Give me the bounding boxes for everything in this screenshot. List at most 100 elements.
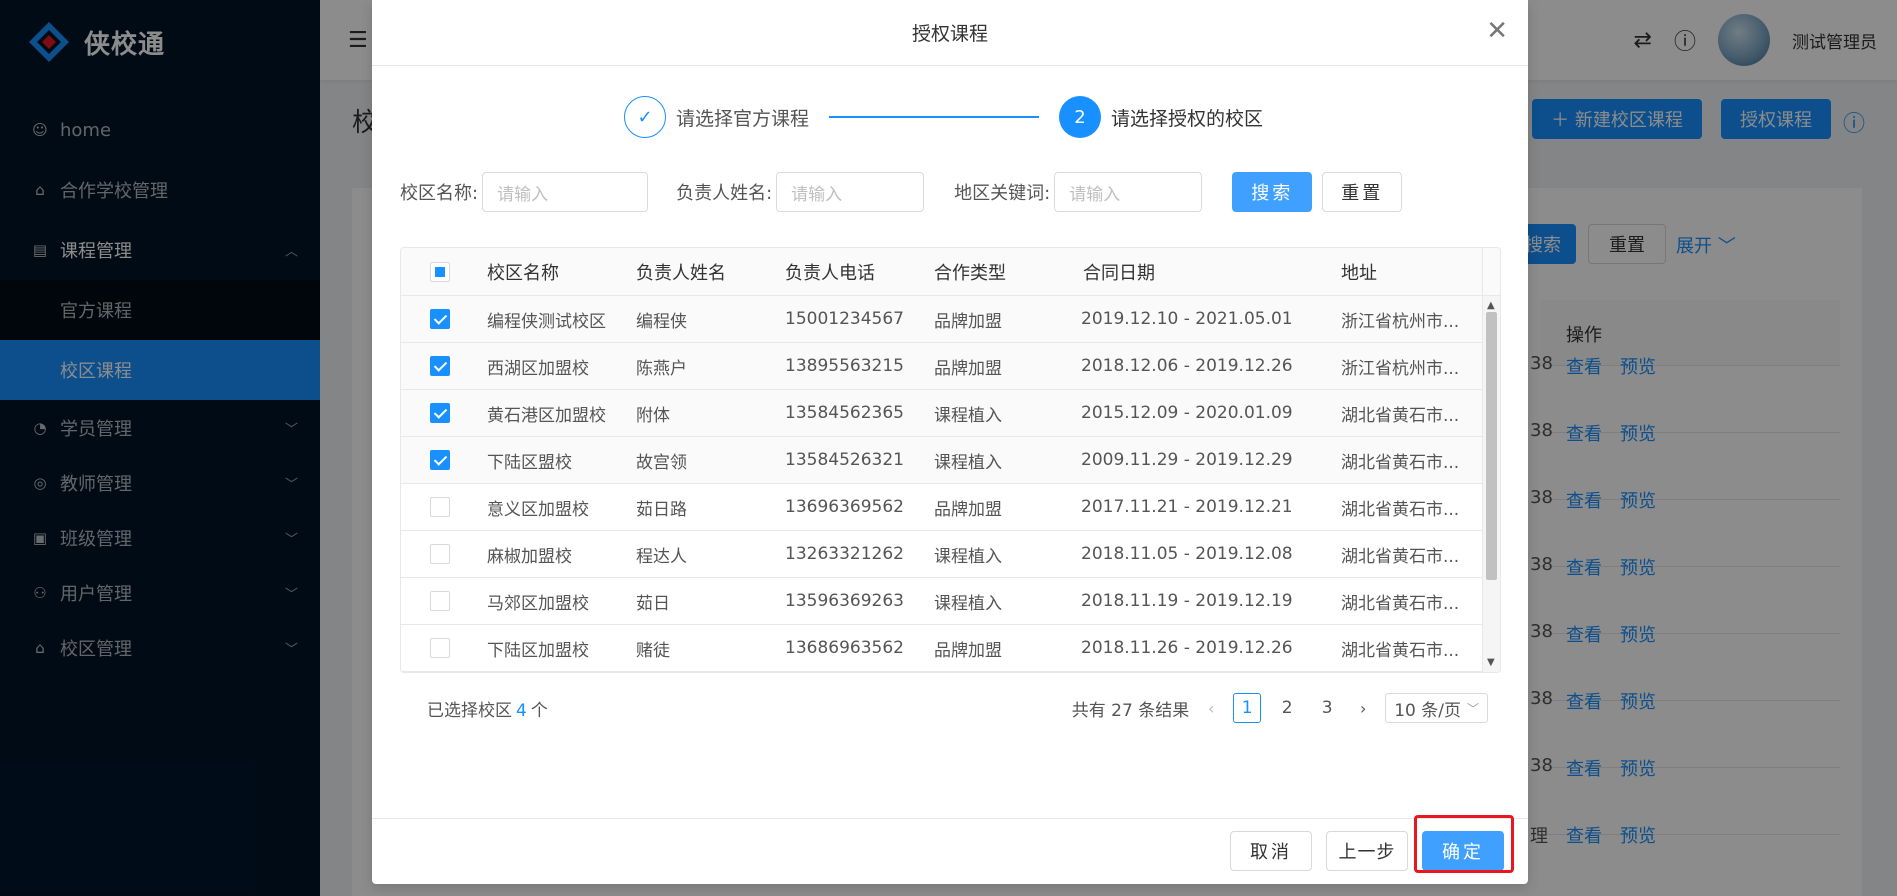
- reset-button[interactable]: 重置: [1322, 172, 1403, 212]
- selection-count: 4: [516, 701, 527, 721]
- select-all-cell: [430, 248, 450, 295]
- cell-campus-name: 西湖区加盟校: [487, 358, 589, 379]
- cell-owner-phone: 13584562365: [785, 403, 904, 423]
- cell-coop-type: 课程植入: [934, 546, 1002, 567]
- table-row[interactable]: 西湖区加盟校 陈燕户 13895563215 品牌加盟 2018.12.06 - 201…: [401, 343, 1483, 390]
- table-row[interactable]: 下陆区加盟校 赌徒 13686963562 品牌加盟 2018.11.26 - 2019…: [401, 625, 1483, 672]
- table-row[interactable]: 麻椒加盟校 程达人 13263321262 课程植入 2018.11.05 - 2019…: [401, 531, 1483, 578]
- cell-owner-phone: 13263321262: [785, 544, 904, 564]
- scrollbar-header-spacer: [1482, 248, 1500, 296]
- table-scrollbar[interactable]: ▲ ▼: [1482, 296, 1500, 672]
- cell-owner-phone: 13596369263: [785, 591, 904, 611]
- selection-prefix: 已选择校区: [427, 701, 512, 721]
- scroll-up-icon[interactable]: ▲: [1487, 300, 1495, 311]
- search-button[interactable]: 搜索: [1232, 172, 1313, 212]
- owner-name-label: 负责人姓名:: [676, 183, 773, 204]
- step-1-title: 请选择官方课程: [676, 107, 810, 130]
- cell-owner-name: 赌徒: [636, 640, 670, 661]
- cell-coop-type: 课程植入: [934, 452, 1002, 473]
- cell-coop-type: 课程植入: [934, 593, 1002, 614]
- cell-contract-date: 2017.11.21 - 2019.12.21: [1081, 497, 1293, 517]
- table-row[interactable]: 黄石港区加盟校 附体 13584562365 课程植入 2015.12.09 - 202…: [401, 390, 1483, 437]
- page-3[interactable]: 3: [1313, 693, 1341, 723]
- row-checkbox[interactable]: [430, 638, 450, 658]
- cell-owner-phone: 13584526321: [785, 450, 904, 470]
- cell-address: 湖北省黄石市...: [1341, 499, 1460, 520]
- cell-owner-phone: 15001234567: [785, 309, 904, 329]
- cell-coop-type: 品牌加盟: [934, 311, 1002, 332]
- select-all-checkbox[interactable]: [430, 261, 450, 282]
- page-size-select[interactable]: 10 条/页 ﹀: [1385, 693, 1488, 723]
- table-row[interactable]: 马郊区加盟校 茹日 13596369263 课程植入 2018.11.19 - 2019…: [401, 578, 1483, 625]
- cell-owner-name: 附体: [636, 405, 670, 426]
- cell-coop-type: 品牌加盟: [934, 358, 1002, 379]
- chevron-left-icon[interactable]: ‹: [1201, 699, 1221, 718]
- cell-contract-date: 2015.12.09 - 2020.01.09: [1081, 403, 1293, 423]
- cell-coop-type: 课程植入: [934, 405, 1002, 426]
- row-checkbox[interactable]: [430, 591, 450, 611]
- cell-owner-phone: 13895563215: [785, 356, 904, 376]
- page-2[interactable]: 2: [1273, 693, 1301, 723]
- chevron-right-icon[interactable]: ›: [1353, 699, 1373, 718]
- cell-contract-date: 2009.11.29 - 2019.12.29: [1081, 450, 1293, 470]
- row-select-cell: [430, 343, 450, 389]
- col-contract-date: 合同日期: [1083, 262, 1155, 284]
- confirm-button[interactable]: 确定: [1422, 831, 1504, 871]
- cell-address: 浙江省杭州市...: [1341, 358, 1460, 379]
- cell-owner-name: 编程侠: [636, 311, 687, 332]
- row-checkbox[interactable]: [430, 497, 450, 517]
- cell-campus-name: 编程侠测试校区: [487, 311, 606, 332]
- row-select-cell: [430, 531, 450, 577]
- page-size-value: 10 条/页: [1394, 700, 1461, 721]
- row-checkbox[interactable]: [430, 450, 450, 470]
- modal-title: 授权课程: [911, 23, 988, 45]
- owner-name-input[interactable]: 请输入: [776, 172, 925, 212]
- scroll-thumb[interactable]: [1486, 312, 1497, 580]
- pagination-total: 共有 27 条结果: [1071, 700, 1190, 721]
- cell-campus-name: 麻椒加盟校: [487, 546, 572, 567]
- row-checkbox[interactable]: [430, 403, 450, 423]
- col-address: 地址: [1341, 262, 1377, 284]
- cancel-button[interactable]: 取消: [1230, 831, 1312, 871]
- row-checkbox[interactable]: [430, 309, 450, 329]
- cell-owner-name: 茹日: [636, 593, 670, 614]
- col-campus-name: 校区名称: [487, 262, 559, 284]
- steps: ✓ 请选择官方课程 2 请选择授权的校区: [624, 96, 1263, 138]
- cell-contract-date: 2018.12.06 - 2019.12.26: [1081, 356, 1293, 376]
- authorize-course-modal: 授权课程 ✕ ✓ 请选择官方课程 2 请选择授权的校区 校区名称: 请输入 负责…: [372, 0, 1528, 884]
- region-keyword-label: 地区关键词:: [954, 183, 1051, 204]
- filter-bar: 校区名称: 请输入 负责人姓名: 请输入 地区关键词: 请输入 搜索 重置: [400, 172, 1403, 212]
- cell-contract-date: 2019.12.10 - 2021.05.01: [1081, 309, 1293, 329]
- cell-address: 湖北省黄石市...: [1341, 405, 1460, 426]
- col-coop-type: 合作类型: [934, 262, 1006, 284]
- selection-summary: 已选择校区 4 个: [427, 696, 548, 721]
- scroll-down-icon[interactable]: ▼: [1487, 657, 1495, 668]
- selection-suffix: 个: [530, 701, 548, 721]
- cell-address: 湖北省黄石市...: [1341, 593, 1460, 614]
- cell-owner-name: 陈燕户: [636, 358, 687, 379]
- table-row[interactable]: 编程侠测试校区 编程侠 15001234567 品牌加盟 2019.12.10 - 20…: [401, 296, 1483, 343]
- cell-owner-phone: 13696369562: [785, 497, 904, 517]
- cell-coop-type: 品牌加盟: [934, 640, 1002, 661]
- row-checkbox[interactable]: [430, 356, 450, 376]
- cell-address: 湖北省黄石市...: [1341, 452, 1460, 473]
- row-select-cell: [430, 296, 450, 342]
- close-icon[interactable]: ✕: [1486, 18, 1508, 44]
- previous-step-button[interactable]: 上一步: [1326, 831, 1408, 871]
- campus-name-input[interactable]: 请输入: [482, 172, 649, 212]
- table-row[interactable]: 意义区加盟校 茹日路 13696369562 品牌加盟 2017.11.21 - 201…: [401, 484, 1483, 531]
- table-row[interactable]: 下陆区盟校 故宫领 13584526321 课程植入 2009.11.29 - 2019…: [401, 437, 1483, 484]
- cell-owner-name: 程达人: [636, 546, 687, 567]
- cell-owner-phone: 13686963562: [785, 638, 904, 658]
- footer-buttons: 取消 上一步 确定: [1230, 831, 1504, 871]
- chevron-down-icon: ﹀: [1466, 701, 1479, 716]
- row-checkbox[interactable]: [430, 544, 450, 564]
- step-2-number: 2: [1059, 96, 1102, 138]
- page-1[interactable]: 1: [1233, 693, 1262, 723]
- row-select-cell: [430, 390, 450, 436]
- app-root: 侠校通 ☺ home ⌂ 合作学校管理 ▤ 课程管理 ︿ 官方课程 校区课程 ◔…: [0, 0, 1897, 896]
- col-owner-name: 负责人姓名: [636, 262, 726, 284]
- table-header: 校区名称 负责人姓名 负责人电话 合作类型 合同日期 地址: [401, 248, 1483, 296]
- row-select-cell: [430, 437, 450, 483]
- region-keyword-input[interactable]: 请输入: [1054, 172, 1203, 212]
